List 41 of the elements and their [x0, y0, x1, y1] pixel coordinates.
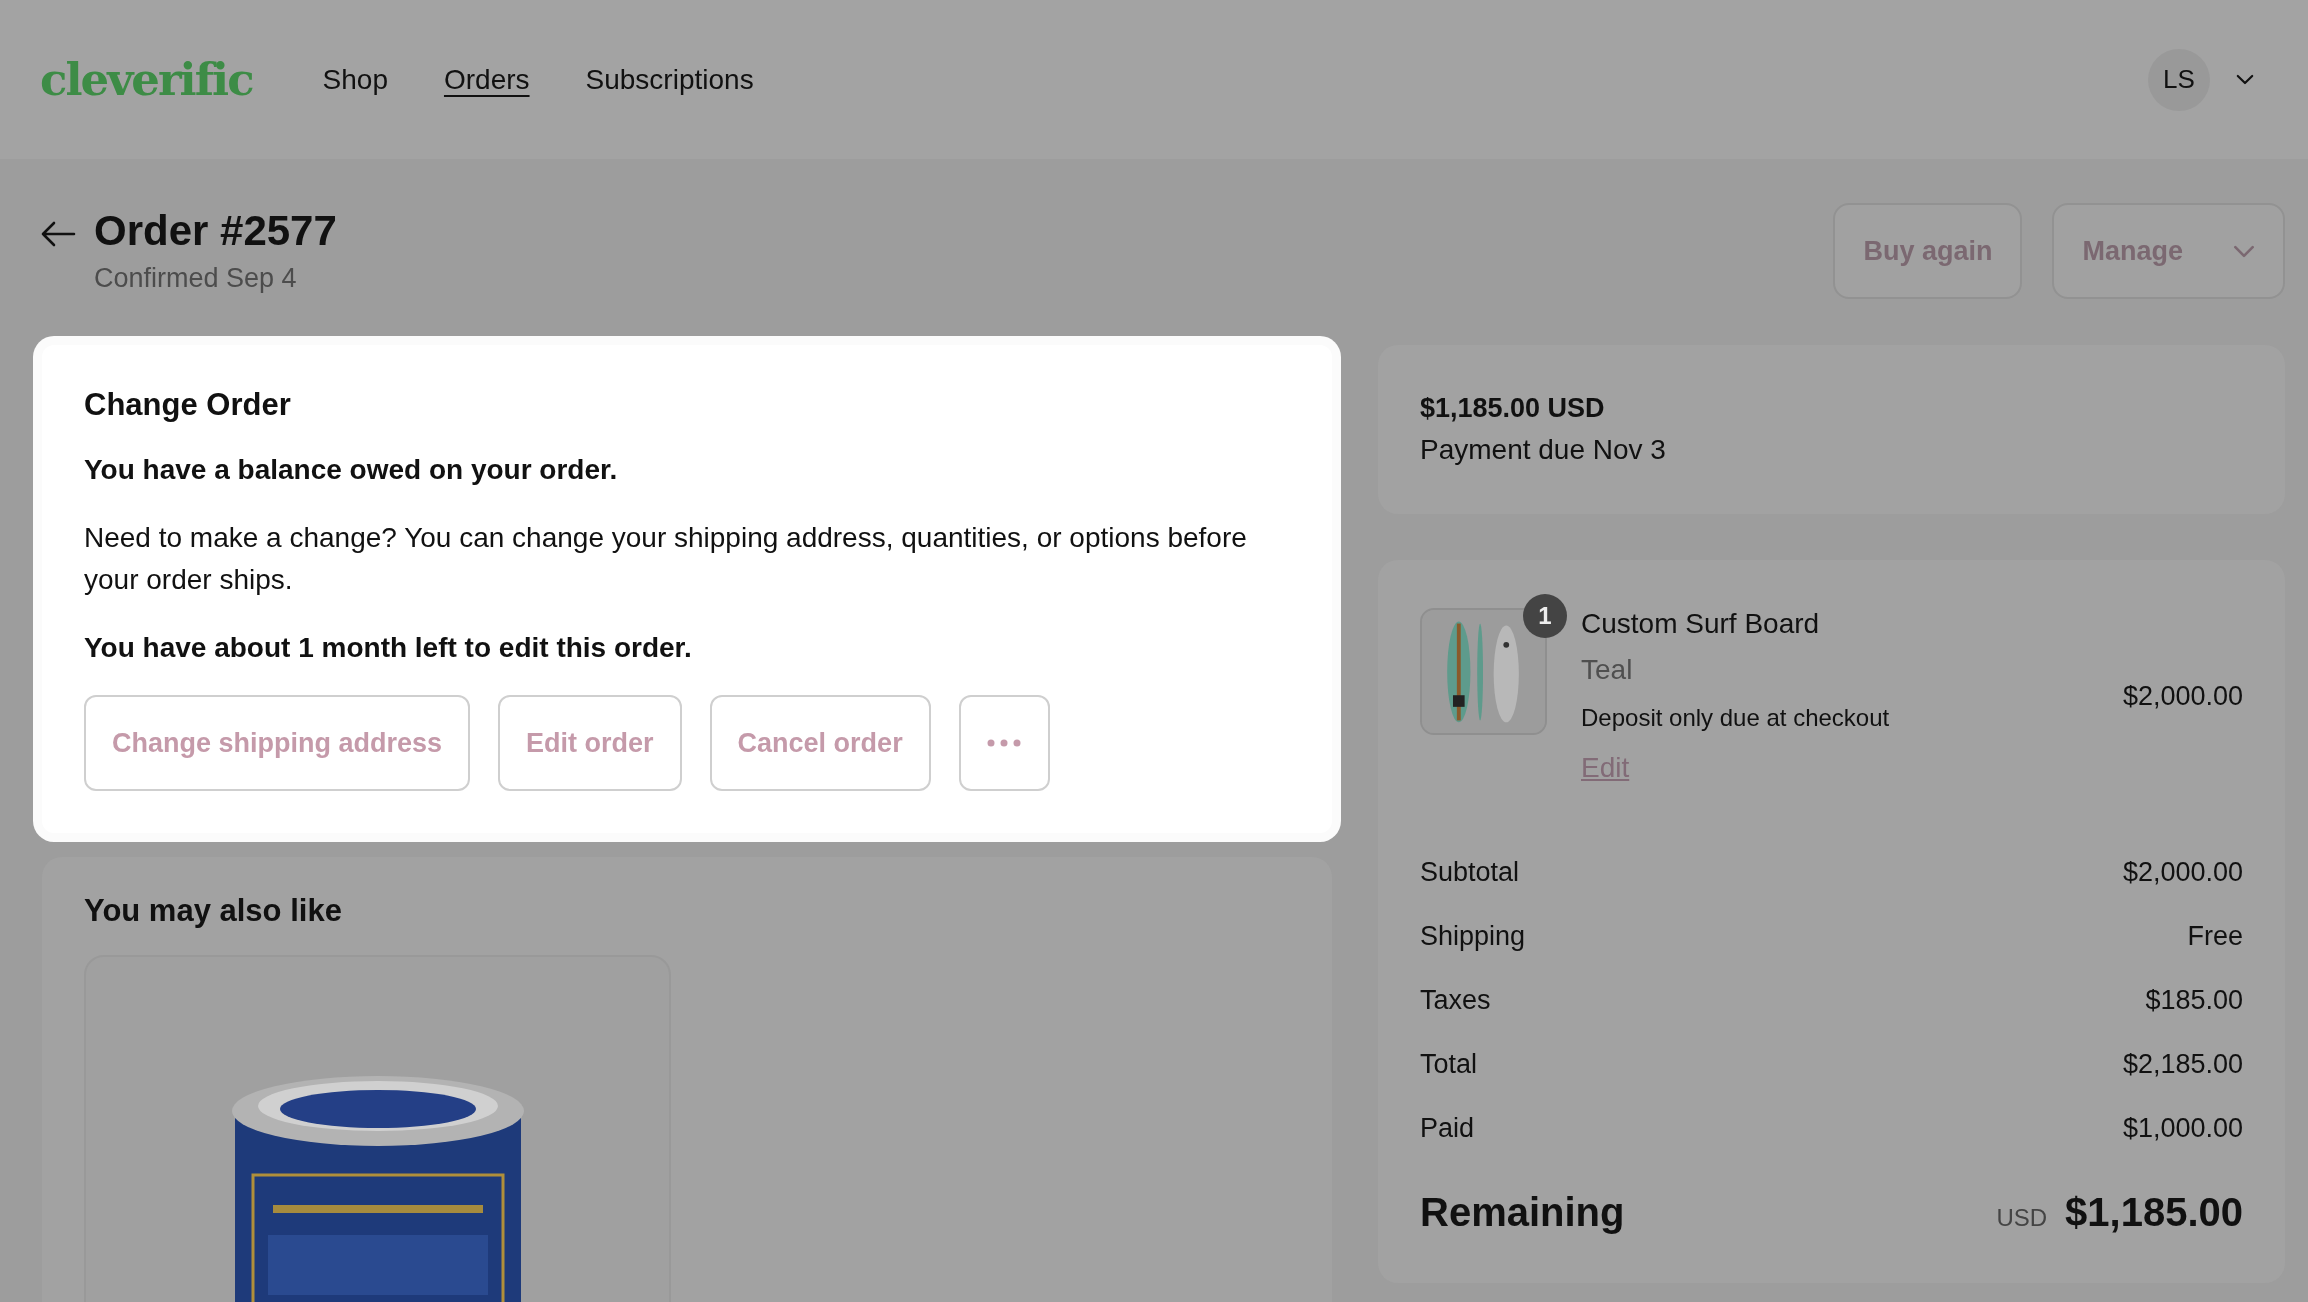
- product-note: Deposit only due at checkout: [1581, 704, 1891, 732]
- summary-value: $1,000.00: [2122, 1112, 2243, 1144]
- card-title: Change Order: [84, 387, 292, 423]
- summary-label: Paid: [1420, 1112, 1475, 1144]
- chevron-down-icon: [2236, 74, 2254, 85]
- nav-link[interactable]: Orders: [443, 59, 530, 100]
- action-button[interactable]: Buy again: [1833, 203, 2023, 299]
- order-action-button[interactable]: Change shipping address: [84, 695, 471, 791]
- summary-value: $2,000.00: [2122, 856, 2243, 888]
- logo[interactable]: cleverific: [40, 53, 253, 106]
- product-variant: Teal: [1581, 654, 1634, 686]
- payment-due-date: Payment due Nov 3: [1420, 434, 1667, 466]
- currency-code: USD: [1996, 1204, 2048, 1232]
- balance-amount: $1,185.00 USD: [1420, 393, 1606, 424]
- time-left-notice: You have about 1 month left to edit this order.: [84, 631, 693, 665]
- summary-value: $185.00: [2145, 984, 2243, 1016]
- remaining-amount: $1,185.00: [2065, 1190, 2243, 1235]
- back-arrow-icon[interactable]: [40, 221, 76, 247]
- more-icon: [987, 739, 1022, 747]
- balance-notice: You have a balance owed on your order.: [84, 453, 619, 487]
- product-price: $2,000.00: [2122, 680, 2243, 712]
- nav-link[interactable]: Shop: [322, 59, 388, 100]
- order-title: Order #2577: [94, 207, 337, 255]
- summary-label: Shipping: [1420, 920, 1526, 952]
- summary-label: Subtotal: [1420, 856, 1520, 888]
- remaining-label: Remaining: [1420, 1190, 1626, 1235]
- summary-label: Total: [1420, 1048, 1478, 1080]
- description-text: Need to make a change? You can change your shipping address, quantities, or options before your order ships.: [84, 521, 1248, 597]
- order-action-button[interactable]: Cancel order: [709, 695, 931, 791]
- summary-label: Taxes: [1420, 984, 1491, 1016]
- chevron-down-icon: [2233, 244, 2255, 258]
- account-avatar[interactable]: LS: [2148, 48, 2210, 111]
- nav-link[interactable]: Subscriptions: [585, 59, 754, 100]
- section-title: You may also like: [84, 893, 343, 929]
- summary-value: Free: [2187, 920, 2243, 952]
- order-action-button[interactable]: Edit order: [498, 695, 682, 791]
- product-name: Custom Surf Board: [1581, 608, 1821, 640]
- summary-value: $2,185.00: [2122, 1048, 2243, 1080]
- order-status: Confirmed Sep 4: [94, 263, 298, 294]
- quantity-badge: 1: [1523, 594, 1567, 638]
- manage-dropdown[interactable]: Manage: [2052, 203, 2285, 299]
